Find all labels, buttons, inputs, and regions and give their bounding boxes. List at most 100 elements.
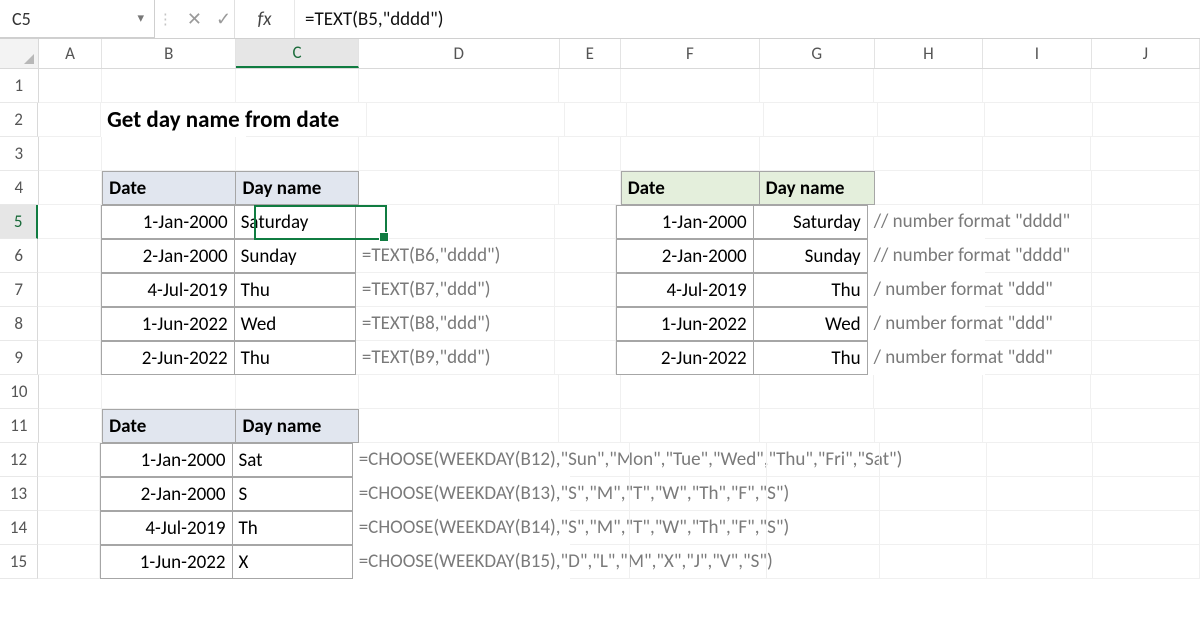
cell[interactable]	[555, 205, 616, 239]
cell-dayname[interactable]: Wed	[754, 307, 868, 341]
cell[interactable]	[102, 375, 236, 409]
cell[interactable]	[875, 409, 984, 443]
cell[interactable]	[38, 545, 101, 579]
cell[interactable]	[874, 375, 983, 409]
row-header[interactable]: 1	[0, 69, 39, 103]
cell-dayname[interactable]: Sunday	[754, 239, 868, 273]
cell-formula[interactable]: =TEXT(B6,"dddd")	[356, 239, 555, 273]
cell[interactable]	[621, 409, 760, 443]
cell-date[interactable]: 1-Jan-2000	[100, 443, 232, 477]
cell-note[interactable]: // number format "dddd"	[868, 239, 985, 273]
cell[interactable]	[983, 375, 1092, 409]
cell[interactable]	[1091, 375, 1200, 409]
col-header-G[interactable]: G	[760, 39, 875, 68]
col-header-A[interactable]: A	[39, 39, 102, 68]
cell[interactable]	[38, 307, 101, 341]
row-header[interactable]: 5	[0, 205, 38, 239]
enter-icon[interactable]: ✓	[216, 8, 231, 30]
cell[interactable]	[1092, 409, 1200, 443]
cell-dayname[interactable]: S	[233, 477, 353, 511]
cell[interactable]	[367, 103, 565, 137]
name-box[interactable]: C5 ▾	[0, 0, 155, 38]
cell-formula[interactable]: =TEXT(B9,"ddd")	[356, 341, 555, 375]
cell[interactable]	[1093, 443, 1200, 477]
cell-date[interactable]: 1-Jan-2000	[616, 205, 754, 239]
grid-body[interactable]: 1 2 Get day name from date	[0, 69, 1200, 579]
cell-dayname[interactable]: Saturday	[235, 205, 356, 239]
cell[interactable]	[985, 307, 1093, 341]
cell[interactable]	[38, 273, 101, 307]
cell-date[interactable]: 1-Jan-2000	[101, 205, 234, 239]
row-header[interactable]: 6	[0, 239, 38, 273]
cell[interactable]	[760, 137, 875, 171]
cell[interactable]	[1093, 103, 1200, 137]
fx-icon[interactable]: fx	[235, 0, 295, 38]
row-header[interactable]: 14	[0, 511, 38, 545]
cell[interactable]	[1092, 341, 1200, 375]
cell[interactable]	[38, 511, 101, 545]
cell[interactable]	[985, 239, 1093, 273]
cell[interactable]	[760, 409, 875, 443]
cell[interactable]	[627, 103, 764, 137]
cell[interactable]	[630, 477, 766, 511]
cell[interactable]	[559, 375, 621, 409]
cell[interactable]	[983, 69, 1092, 103]
cell[interactable]	[38, 341, 101, 375]
cell-note[interactable]: // number format "dddd"	[868, 205, 985, 239]
table-header[interactable]: Date	[102, 409, 236, 443]
cell[interactable]	[1093, 511, 1200, 545]
cell[interactable]	[102, 69, 236, 103]
table-header[interactable]: Date	[621, 171, 760, 205]
row-header[interactable]: 9	[0, 341, 38, 375]
cell-note[interactable]: / number format "ddd"	[868, 341, 985, 375]
cell-dayname[interactable]: Sunday	[235, 239, 356, 273]
cell[interactable]	[874, 137, 983, 171]
cell[interactable]	[359, 375, 559, 409]
cell[interactable]	[983, 409, 1092, 443]
cell[interactable]	[874, 69, 983, 103]
cell-dayname[interactable]: Thu	[235, 273, 356, 307]
cancel-icon[interactable]: ✕	[187, 8, 202, 30]
cell[interactable]	[359, 69, 559, 103]
cell[interactable]	[359, 171, 559, 205]
cell-date[interactable]: 4-Jul-2019	[100, 511, 232, 545]
row-header[interactable]: 4	[0, 171, 39, 205]
cell-note[interactable]: / number format "ddd"	[868, 307, 985, 341]
cell[interactable]	[880, 511, 987, 545]
cell[interactable]	[559, 409, 621, 443]
cell-dayname[interactable]: Thu	[235, 341, 356, 375]
cell[interactable]	[39, 409, 103, 443]
cell[interactable]	[555, 273, 616, 307]
formula-input[interactable]: =TEXT(B5,"dddd")	[295, 0, 1200, 38]
cell[interactable]	[621, 69, 760, 103]
cell-formula[interactable]	[356, 205, 555, 239]
cell-note[interactable]: / number format "ddd"	[868, 273, 985, 307]
cell[interactable]	[39, 171, 103, 205]
cell[interactable]	[875, 171, 984, 205]
cell[interactable]	[987, 443, 1094, 477]
cell-formula[interactable]: =CHOOSE(WEEKDAY(B12),"Sun","Mon","Tue","…	[353, 443, 570, 477]
cell-date[interactable]: 1-Jun-2022	[101, 307, 234, 341]
cell-dayname[interactable]: X	[233, 545, 353, 579]
cell[interactable]	[359, 137, 559, 171]
cell[interactable]	[1093, 545, 1200, 579]
col-header-J[interactable]: J	[1092, 39, 1200, 68]
cell-dayname[interactable]: Thu	[754, 341, 868, 375]
cell[interactable]	[1091, 137, 1200, 171]
cell[interactable]	[559, 137, 621, 171]
cell[interactable]	[878, 103, 985, 137]
cell[interactable]	[38, 443, 101, 477]
cell[interactable]	[760, 69, 875, 103]
cell[interactable]	[767, 511, 880, 545]
col-header-B[interactable]: B	[102, 39, 236, 68]
cell[interactable]	[985, 205, 1093, 239]
cell-date[interactable]: 2-Jun-2022	[616, 341, 754, 375]
cell[interactable]	[102, 137, 236, 171]
cell-dayname[interactable]: Thu	[754, 273, 868, 307]
cell-date[interactable]: 4-Jul-2019	[101, 273, 234, 307]
col-header-D[interactable]: D	[359, 39, 560, 68]
cell-formula[interactable]: =CHOOSE(WEEKDAY(B15),"D","L","M","X","J"…	[353, 545, 570, 579]
cell[interactable]	[760, 375, 875, 409]
cell-formula[interactable]: =CHOOSE(WEEKDAY(B13),"S","M","T","W","Th…	[353, 477, 570, 511]
cell-date[interactable]: 1-Jun-2022	[616, 307, 754, 341]
